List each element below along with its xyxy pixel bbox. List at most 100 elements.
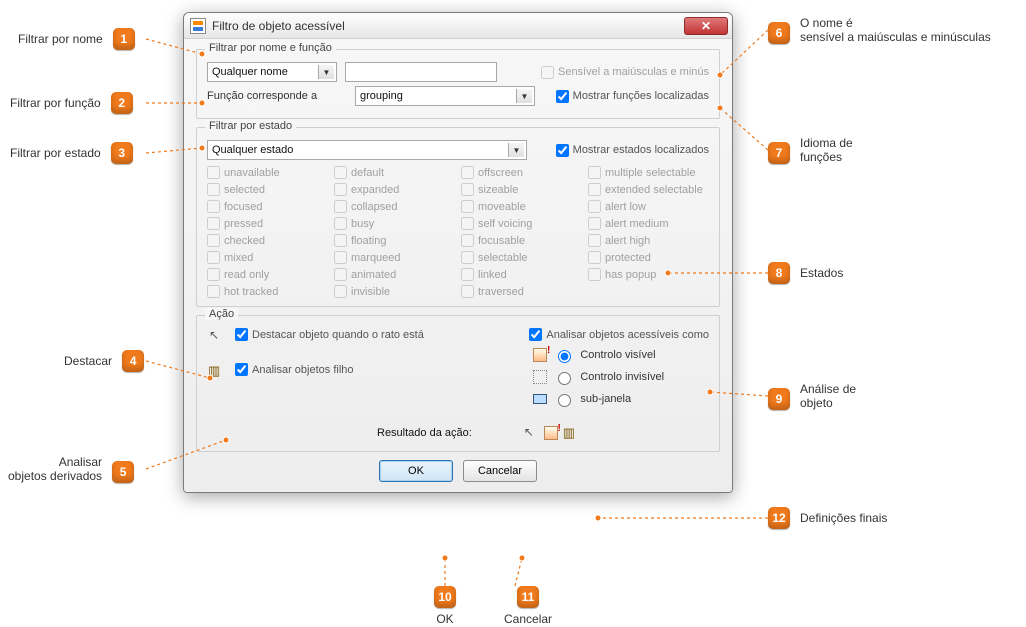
case-sensitive-checkbox[interactable]: Sensível a maiúsculas e minús bbox=[541, 66, 709, 79]
state-label: sizeable bbox=[478, 184, 518, 196]
state-checkbox[interactable]: hot tracked bbox=[207, 285, 328, 298]
state-label: collapsed bbox=[351, 201, 397, 213]
analyze-as-checkbox[interactable]: Analisar objetos acessíveis como bbox=[529, 328, 709, 341]
name-input[interactable] bbox=[345, 62, 497, 82]
dialog-title: Filtro de objeto acessível bbox=[212, 19, 684, 33]
state-checkbox[interactable]: selected bbox=[207, 183, 328, 196]
states-grid: unavailable default offscreen multiple sele… bbox=[207, 166, 709, 298]
group-state-title: Filtrar por estado bbox=[205, 120, 296, 132]
radio-visible-control[interactable]: Controlo visível bbox=[533, 347, 709, 363]
state-label: focused bbox=[224, 201, 263, 213]
titlebar: Filtro de objeto acessível ✕ bbox=[184, 13, 732, 39]
state-label: alert high bbox=[605, 235, 650, 247]
callout-5: Analisar objetos derivados 5 bbox=[8, 455, 134, 483]
callout-10: 10OK bbox=[434, 586, 456, 626]
ok-button[interactable]: OK bbox=[379, 460, 453, 482]
state-label: multiple selectable bbox=[605, 167, 696, 179]
analyze-children-label: Analisar objetos filho bbox=[252, 364, 354, 376]
state-label: selectable bbox=[478, 252, 528, 264]
state-label: unavailable bbox=[224, 167, 280, 179]
visible-control-icon bbox=[544, 426, 558, 440]
radio-sub-window[interactable]: sub-janela bbox=[533, 391, 709, 407]
state-checkbox[interactable]: moveable bbox=[461, 200, 582, 213]
function-dropdown[interactable]: grouping ▼ bbox=[355, 86, 535, 106]
state-checkbox[interactable]: self voicing bbox=[461, 217, 582, 230]
dialog-content: Filtrar por nome e função Qualquer nome … bbox=[184, 39, 732, 492]
state-label: extended selectable bbox=[605, 184, 703, 196]
state-checkbox[interactable]: focused bbox=[207, 200, 328, 213]
state-label: expanded bbox=[351, 184, 399, 196]
callout-12: 12Definições finais bbox=[768, 507, 887, 529]
state-checkbox[interactable]: selectable bbox=[461, 251, 582, 264]
show-localized-functions-checkbox[interactable]: Mostrar funções localizadas bbox=[556, 90, 709, 103]
state-checkbox[interactable]: collapsed bbox=[334, 200, 455, 213]
show-localized-states-label: Mostrar estados localizados bbox=[573, 144, 709, 156]
state-checkbox[interactable]: extended selectable bbox=[588, 183, 709, 196]
state-checkbox[interactable]: checked bbox=[207, 234, 328, 247]
state-label: animated bbox=[351, 269, 396, 281]
show-localized-states-checkbox[interactable]: Mostrar estados localizados bbox=[556, 144, 709, 157]
visible-control-icon bbox=[533, 348, 547, 362]
state-checkbox[interactable]: traversed bbox=[461, 285, 582, 298]
state-checkbox[interactable]: multiple selectable bbox=[588, 166, 709, 179]
state-mode-dropdown[interactable]: Qualquer estado ▼ bbox=[207, 140, 527, 160]
analyze-as-label: Analisar objetos acessíveis como bbox=[546, 329, 709, 341]
callout-6: 6 O nome é sensível a maiúsculas e minús… bbox=[768, 16, 991, 44]
state-checkbox[interactable]: read only bbox=[207, 268, 328, 281]
state-label: checked bbox=[224, 235, 265, 247]
state-checkbox[interactable]: default bbox=[334, 166, 455, 179]
state-label: traversed bbox=[478, 286, 524, 298]
callout-9: 9 Análise de objeto bbox=[768, 382, 856, 410]
radio-invisible-control[interactable]: Controlo invisível bbox=[533, 369, 709, 385]
state-label: marqueed bbox=[351, 252, 401, 264]
state-label: busy bbox=[351, 218, 374, 230]
state-checkbox[interactable]: invisible bbox=[334, 285, 455, 298]
tree-icon bbox=[207, 363, 225, 379]
state-checkbox[interactable]: alert low bbox=[588, 200, 709, 213]
cursor-icon bbox=[522, 425, 540, 441]
state-checkbox[interactable]: expanded bbox=[334, 183, 455, 196]
state-checkbox[interactable]: offscreen bbox=[461, 166, 582, 179]
name-mode-value: Qualquer nome bbox=[212, 66, 288, 78]
state-label: offscreen bbox=[478, 167, 523, 179]
state-mode-value: Qualquer estado bbox=[212, 144, 293, 156]
state-label: linked bbox=[478, 269, 507, 281]
state-label: invisible bbox=[351, 286, 390, 298]
state-label: focusable bbox=[478, 235, 525, 247]
close-button[interactable]: ✕ bbox=[684, 17, 728, 35]
state-checkbox[interactable]: sizeable bbox=[461, 183, 582, 196]
state-checkbox[interactable]: floating bbox=[334, 234, 455, 247]
state-checkbox[interactable]: mixed bbox=[207, 251, 328, 264]
state-label: has popup bbox=[605, 269, 656, 281]
result-icons bbox=[522, 425, 580, 441]
state-checkbox[interactable]: animated bbox=[334, 268, 455, 281]
callout-1: Filtrar por nome1 bbox=[18, 28, 135, 50]
callout-7: 7 Idioma de funções bbox=[768, 136, 853, 164]
state-label: alert low bbox=[605, 201, 646, 213]
tree-icon bbox=[562, 425, 580, 441]
highlight-label: Destacar objeto quando o rato está bbox=[252, 329, 424, 341]
state-label: self voicing bbox=[478, 218, 532, 230]
name-mode-dropdown[interactable]: Qualquer nome ▼ bbox=[207, 62, 337, 82]
state-label: read only bbox=[224, 269, 269, 281]
state-checkbox[interactable]: has popup bbox=[588, 268, 709, 281]
state-checkbox[interactable]: unavailable bbox=[207, 166, 328, 179]
state-checkbox[interactable]: alert medium bbox=[588, 217, 709, 230]
callout-4: Destacar4 bbox=[64, 350, 144, 372]
sub-window-icon bbox=[533, 394, 547, 404]
analyze-children-checkbox[interactable]: Analisar objetos filho bbox=[235, 363, 354, 376]
state-checkbox[interactable]: protected bbox=[588, 251, 709, 264]
state-checkbox[interactable]: marqueed bbox=[334, 251, 455, 264]
state-checkbox[interactable]: alert high bbox=[588, 234, 709, 247]
state-checkbox[interactable]: focusable bbox=[461, 234, 582, 247]
state-label: alert medium bbox=[605, 218, 669, 230]
callout-11: 11Cancelar bbox=[504, 586, 552, 626]
cancel-button[interactable]: Cancelar bbox=[463, 460, 537, 482]
button-row: OK Cancelar bbox=[196, 460, 720, 482]
highlight-checkbox[interactable]: Destacar objeto quando o rato está bbox=[235, 328, 435, 341]
case-sensitive-label: Sensível a maiúsculas e minús bbox=[558, 66, 709, 78]
state-checkbox[interactable]: linked bbox=[461, 268, 582, 281]
state-checkbox[interactable]: busy bbox=[334, 217, 455, 230]
state-label: hot tracked bbox=[224, 286, 278, 298]
state-checkbox[interactable]: pressed bbox=[207, 217, 328, 230]
